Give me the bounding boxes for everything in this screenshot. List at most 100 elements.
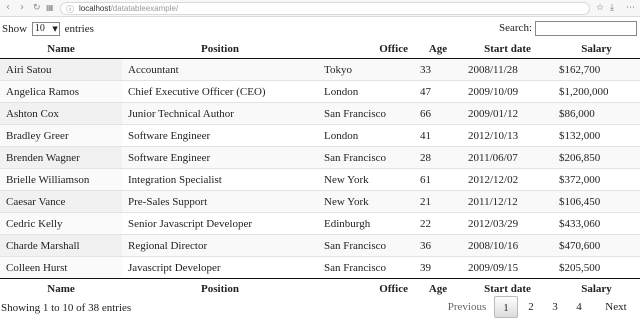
cell-position: Software Engineer [122,146,318,169]
entries-select-value: 10 [34,23,45,35]
cell-age: 39 [414,256,462,279]
url-host: localhost [79,4,111,13]
cell-name: Brielle Williamson [0,168,122,191]
url-path: /datatableexample/ [110,4,179,13]
cell-position: Integration Specialist [122,168,318,191]
download-icon[interactable]: ⤓ [610,2,614,14]
previous-button[interactable]: Previous [440,296,494,318]
search-input[interactable] [535,21,637,36]
forward-icon[interactable]: › [20,2,24,14]
cell-salary: $132,000 [553,124,640,147]
cell-salary: $162,700 [553,58,640,81]
cell-name: Bradley Greer [0,124,122,147]
cell-position: Software Engineer [122,124,318,147]
back-icon[interactable]: ‹ [6,2,10,14]
cell-office: Edinburgh [318,212,414,235]
column-header-start-date[interactable]: Start date [462,39,553,59]
table-row[interactable]: Ashton Cox Junior Technical Author San F… [0,102,640,125]
page-button-1[interactable]: 1 [494,296,518,318]
cell-start-date: 2012/12/02 [462,168,553,191]
more-menu-icon[interactable]: ⋯ [626,2,635,14]
next-button[interactable]: Next [596,296,636,318]
cell-name: Colleen Hurst [0,256,122,279]
cell-start-date: 2009/09/15 [462,256,553,279]
cell-age: 22 [414,212,462,235]
table-row[interactable]: Brenden Wagner Software Engineer San Fra… [0,146,640,169]
cell-position: Pre-Sales Support [122,190,318,213]
column-header-position[interactable]: Position [122,39,318,59]
cell-salary: $470,600 [553,234,640,257]
cell-age: 36 [414,234,462,257]
chevron-down-icon: ▼ [52,25,58,34]
cell-position: Regional Director [122,234,318,257]
length-control: Show 10 ▼ entries [2,22,94,37]
cell-position: Accountant [122,58,318,81]
table-row[interactable]: Colleen Hurst Javascript Developer San F… [0,256,640,279]
data-table: Name Position Office Age Start date Sala… [0,39,640,299]
cell-start-date: 2012/03/29 [462,212,553,235]
footer-header-position: Position [122,278,318,299]
tabs-grid-icon[interactable]: ▦ [46,2,54,14]
cell-office: San Francisco [318,256,414,279]
cell-age: 28 [414,146,462,169]
browser-toolbar: ‹ › ↻ ▦ ⓘ localhost/datatableexample/ ☆ … [0,0,640,17]
cell-office: London [318,124,414,147]
cell-salary: $86,000 [553,102,640,125]
cell-start-date: 2009/01/12 [462,102,553,125]
show-label: Show [2,23,28,35]
cell-name: Angelica Ramos [0,80,122,103]
cell-salary: $205,500 [553,256,640,279]
pagination: Previous 1 2 3 4 Next [440,296,640,318]
cell-salary: $372,000 [553,168,640,191]
footer-header-name: Name [0,278,122,299]
cell-start-date: 2008/11/28 [462,58,553,81]
table-row[interactable]: Cedric Kelly Senior Javascript Developer… [0,212,640,235]
cell-office: San Francisco [318,146,414,169]
cell-office: New York [318,190,414,213]
cell-office: London [318,80,414,103]
favorite-star-icon[interactable]: ☆ [596,2,604,14]
column-header-office[interactable]: Office [318,39,414,59]
search-label: Search: [499,22,532,35]
reload-icon[interactable]: ↻ [33,2,41,14]
cell-name: Charde Marshall [0,234,122,257]
cell-office: Tokyo [318,58,414,81]
cell-name: Ashton Cox [0,102,122,125]
entries-select[interactable]: 10 ▼ [31,22,60,37]
cell-start-date: 2011/06/07 [462,146,553,169]
cell-position: Senior Javascript Developer [122,212,318,235]
cell-name: Cedric Kelly [0,212,122,235]
table-row[interactable]: Charde Marshall Regional Director San Fr… [0,234,640,257]
cell-office: San Francisco [318,234,414,257]
cell-position: Junior Technical Author [122,102,318,125]
footer-header-office: Office [318,278,414,299]
table-row[interactable]: Angelica Ramos Chief Executive Officer (… [0,80,640,103]
cell-start-date: 2008/10/16 [462,234,553,257]
cell-position: Javascript Developer [122,256,318,279]
cell-salary: $433,060 [553,212,640,235]
table-row[interactable]: Caesar Vance Pre-Sales Support New York … [0,190,640,213]
cell-salary: $206,850 [553,146,640,169]
header-row: Name Position Office Age Start date Sala… [0,39,640,59]
table-info: Showing 1 to 10 of 38 entries [1,302,132,314]
address-bar[interactable]: ⓘ localhost/datatableexample/ [60,2,590,15]
page-button-3[interactable]: 3 [544,296,566,318]
page-button-4[interactable]: 4 [568,296,590,318]
column-header-name[interactable]: Name [0,39,122,59]
cell-name: Caesar Vance [0,190,122,213]
table-row[interactable]: Brielle Williamson Integration Specialis… [0,168,640,191]
table-controls: Show 10 ▼ entries Search: [0,21,640,39]
cell-age: 33 [414,58,462,81]
cell-start-date: 2009/10/09 [462,80,553,103]
cell-age: 61 [414,168,462,191]
cell-age: 47 [414,80,462,103]
table-row[interactable]: Bradley Greer Software Engineer London 4… [0,124,640,147]
cell-age: 41 [414,124,462,147]
site-info-icon[interactable]: ⓘ [66,4,74,15]
page-button-2[interactable]: 2 [520,296,542,318]
table-row[interactable]: Airi Satou Accountant Tokyo 33 2008/11/2… [0,58,640,81]
cell-office: New York [318,168,414,191]
column-header-age[interactable]: Age [414,39,462,59]
column-header-salary[interactable]: Salary [553,39,640,59]
cell-start-date: 2011/12/12 [462,190,553,213]
